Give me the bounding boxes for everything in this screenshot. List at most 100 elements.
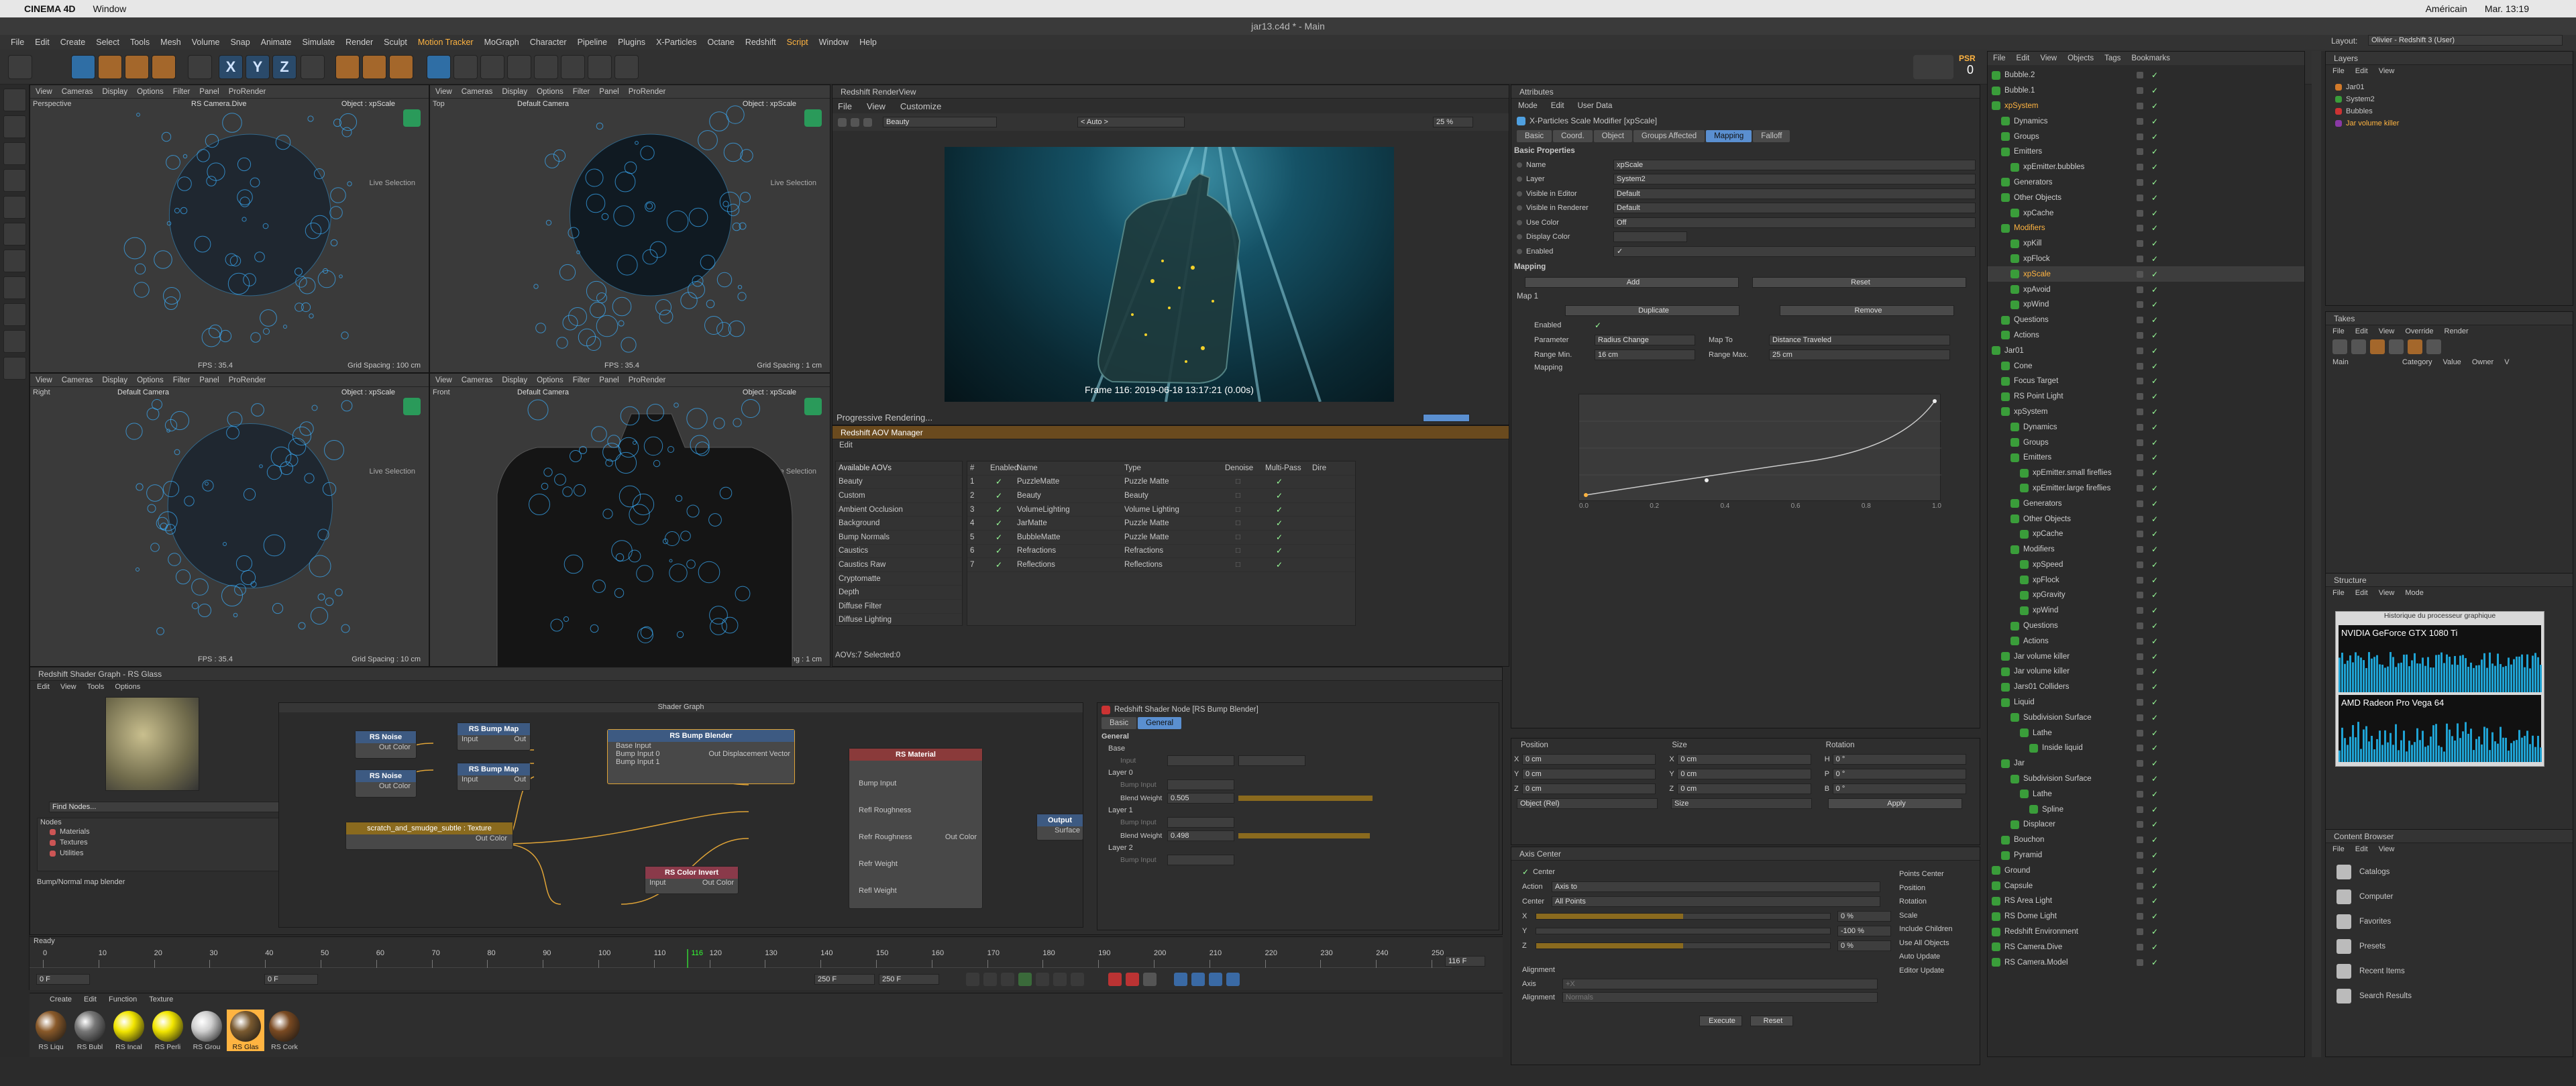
- port-out-color[interactable]: Out Color: [356, 782, 416, 790]
- available-aov-item[interactable]: Custom: [836, 489, 962, 503]
- enabled-check-icon[interactable]: ✓: [2151, 147, 2158, 156]
- layer-color-icon[interactable]: [2137, 898, 2143, 904]
- cb-item[interactable]: Presets: [2337, 934, 2573, 959]
- aov-col-header[interactable]: Multi-Pass: [1263, 464, 1309, 472]
- object-item[interactable]: xpSpeed ✓: [1988, 557, 2304, 573]
- aov-table-row[interactable]: 1 ✓ PuzzleMatte Puzzle Matte □ ✓: [967, 476, 1355, 490]
- object-item[interactable]: xpEmitter.large fireflies ✓: [1988, 481, 2304, 496]
- layer-color-icon[interactable]: [2137, 944, 2143, 951]
- coord-value-field[interactable]: 0 cm: [1677, 754, 1811, 765]
- attr-menu-edit[interactable]: Edit: [1551, 102, 1564, 110]
- coord-value-field[interactable]: 0 °: [1833, 754, 1966, 765]
- tab-falloff[interactable]: Falloff: [1753, 130, 1790, 142]
- object-item[interactable]: RS Point Light ✓: [1988, 389, 2304, 404]
- enabled-check-icon[interactable]: ✓: [2151, 315, 2158, 325]
- enabled-check-icon[interactable]: ✓: [2151, 423, 2158, 432]
- aov-multipass-check[interactable]: ✓: [1263, 546, 1309, 555]
- object-item[interactable]: Bubble.1 ✓: [1988, 83, 2304, 99]
- menu-sculpt[interactable]: Sculpt: [384, 38, 407, 47]
- rv-zoom[interactable]: 25 %: [1433, 117, 1473, 127]
- available-aov-item[interactable]: Caustics: [836, 545, 962, 559]
- object-item[interactable]: Actions ✓: [1988, 633, 2304, 649]
- menu-redshift[interactable]: Redshift: [745, 38, 776, 47]
- layer-color-icon[interactable]: [2137, 317, 2143, 323]
- object-item[interactable]: Actions ✓: [1988, 328, 2304, 343]
- obj-menu-tags[interactable]: Tags: [2104, 54, 2121, 62]
- menu-window[interactable]: Window: [819, 38, 849, 47]
- grid-icon[interactable]: [3, 357, 26, 380]
- layer-color-icon[interactable]: [2137, 668, 2143, 675]
- object-item[interactable]: Ground ✓: [1988, 863, 2304, 878]
- enabled-check-icon[interactable]: ✓: [2151, 637, 2158, 646]
- object-item[interactable]: Displacer ✓: [1988, 817, 2304, 832]
- vp-menu-cameras[interactable]: Cameras: [462, 376, 493, 384]
- port-out[interactable]: Out: [514, 775, 526, 783]
- floor-icon[interactable]: [561, 55, 585, 79]
- coord-value-field[interactable]: 0 cm: [1677, 783, 1811, 794]
- obj-menu-view[interactable]: View: [2040, 54, 2057, 62]
- workplane-icon[interactable]: [3, 142, 26, 165]
- enabled-check-icon[interactable]: ✓: [2151, 682, 2158, 692]
- enabled-check-icon[interactable]: ✓: [2151, 438, 2158, 447]
- layer-color-icon[interactable]: [2137, 791, 2143, 798]
- enabled-check-icon[interactable]: ✓: [2151, 621, 2158, 631]
- available-aov-item[interactable]: Bump Normals: [836, 531, 962, 545]
- cb-item[interactable]: Recent Items: [2337, 959, 2573, 983]
- viewport-toggle-icon[interactable]: [804, 398, 822, 415]
- pen-icon[interactable]: [453, 55, 478, 79]
- timeline-ruler[interactable]: 0 10 20 30 40 50 60 70 80 90 100 110 120 130 140 150 160…: [30, 949, 1452, 968]
- available-aov-item[interactable]: Depth: [836, 586, 962, 600]
- tab-general[interactable]: General: [1138, 717, 1181, 729]
- menu-x-particles[interactable]: X-Particles: [656, 38, 696, 47]
- vp-menu-view[interactable]: View: [435, 88, 452, 96]
- object-item[interactable]: xpAvoid ✓: [1988, 282, 2304, 297]
- object-item[interactable]: Modifiers ✓: [1988, 221, 2304, 236]
- layer-color-icon[interactable]: [2137, 256, 2143, 262]
- material-item[interactable]: RS Cork: [266, 1010, 303, 1051]
- takes-menu-item[interactable]: Override: [2405, 327, 2433, 335]
- port-out-displacement[interactable]: Out Displacement Vector: [708, 750, 790, 758]
- enabled-check-icon[interactable]: ✓: [2151, 270, 2158, 279]
- aov-multipass-check[interactable]: ✓: [1263, 505, 1309, 514]
- material-item[interactable]: RS Incal: [110, 1010, 148, 1051]
- object-item[interactable]: RS Dome Light ✓: [1988, 909, 2304, 924]
- aov-denoise-check[interactable]: □: [1222, 547, 1263, 555]
- layer-color-icon[interactable]: [2137, 393, 2143, 400]
- tab-coord-[interactable]: Coord.: [1553, 130, 1593, 142]
- menu-character[interactable]: Character: [530, 38, 567, 47]
- enabled-check-icon[interactable]: ✓: [2151, 209, 2158, 218]
- enabled-check-icon[interactable]: ✓: [2151, 162, 2158, 172]
- layer-color-icon[interactable]: [2137, 454, 2143, 461]
- anim-dot-icon[interactable]: [1517, 191, 1522, 197]
- layer-color-icon[interactable]: [2137, 913, 2143, 920]
- layer-color-icon[interactable]: [2137, 714, 2143, 721]
- layer2-bump-field[interactable]: [1167, 855, 1234, 865]
- layer-color-icon[interactable]: [2137, 500, 2143, 507]
- center-check[interactable]: ✓: [1522, 867, 1529, 877]
- viewport-perspective[interactable]: View Cameras Display Options Filter Panel ProR…: [30, 85, 429, 373]
- enabled-check-icon[interactable]: ✓: [2151, 835, 2158, 845]
- axis-mode-icon[interactable]: [3, 250, 26, 272]
- menu-render[interactable]: Render: [345, 38, 373, 47]
- layer-color-icon[interactable]: [2137, 730, 2143, 737]
- layer1-bump-field[interactable]: [1167, 817, 1234, 828]
- enabled-check-icon[interactable]: ✓: [2151, 86, 2158, 95]
- take-render-icon[interactable]: [2408, 339, 2422, 354]
- enabled-check-icon[interactable]: ✓: [2151, 790, 2158, 799]
- port-refl-weight[interactable]: Refl Weight: [859, 877, 982, 904]
- preview-start-field[interactable]: 0 F: [264, 974, 318, 985]
- menu-help[interactable]: Help: [859, 38, 877, 47]
- enabled-check-icon[interactable]: ✓: [2151, 576, 2158, 585]
- coord-mode-select[interactable]: Object (Rel): [1517, 798, 1658, 809]
- object-item[interactable]: RS Area Light ✓: [1988, 893, 2304, 909]
- mat-menu-item[interactable]: Edit: [84, 995, 97, 1003]
- axis-slider-track[interactable]: [1536, 913, 1831, 920]
- mat-menu-item[interactable]: Texture: [149, 995, 173, 1003]
- layer-item[interactable]: Bubbles: [2335, 105, 2573, 117]
- available-aov-item[interactable]: Caustics Raw: [836, 558, 962, 572]
- rs-noise-node-2[interactable]: RS Noise Out Color: [355, 769, 417, 798]
- takes-menu-item[interactable]: View: [2379, 327, 2395, 335]
- enabled-check-icon[interactable]: ✓: [2151, 223, 2158, 233]
- enabled-check-icon[interactable]: ✓: [2151, 590, 2158, 600]
- enabled-check-icon[interactable]: ✓: [2151, 117, 2158, 126]
